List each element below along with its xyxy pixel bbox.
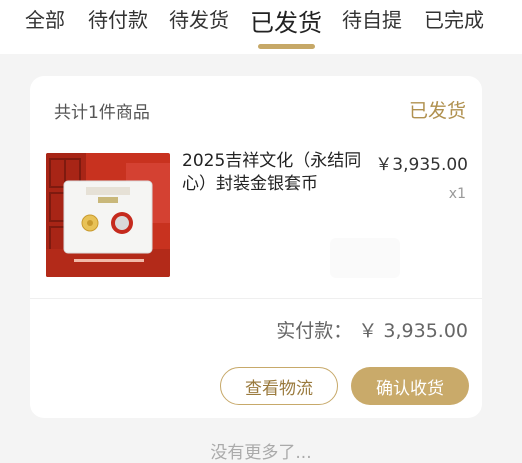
paid-amount: ￥ 3,935.00 bbox=[358, 320, 468, 342]
tab-all[interactable]: 全部 bbox=[25, 4, 65, 33]
no-more-text: 没有更多了... bbox=[210, 443, 312, 463]
tab-shipped[interactable]: 已发货 bbox=[250, 3, 322, 38]
item-count: 共计1件商品 bbox=[54, 103, 150, 123]
tab-completed[interactable]: 已完成 bbox=[424, 4, 484, 33]
divider bbox=[30, 298, 482, 299]
paid-label: 实付款： bbox=[276, 320, 353, 342]
tab-pending-payment[interactable]: 待付款 bbox=[88, 4, 148, 33]
paid-total: 实付款： ￥ 3,935.00 bbox=[276, 316, 468, 343]
product-price: ￥3,935.00 bbox=[375, 155, 468, 175]
order-status-badge: 已发货 bbox=[408, 100, 466, 122]
product-name[interactable]: 2025吉祥文化（永结同心）封装金银套币 bbox=[182, 150, 368, 196]
order-card[interactable]: 共计1件商品 已发货 2025吉祥文化（永结同心）封装金银套币 ￥3,935.0… bbox=[30, 76, 482, 418]
active-tab-indicator bbox=[258, 44, 315, 49]
order-status-tabs: 全部 待付款 待发货 已发货 待自提 已完成 bbox=[0, 0, 522, 54]
confirm-receipt-button[interactable]: 确认收货 bbox=[351, 367, 469, 405]
tab-pending-pickup[interactable]: 待自提 bbox=[342, 4, 402, 33]
tab-pending-shipment[interactable]: 待发货 bbox=[169, 4, 229, 33]
coin-set-image bbox=[46, 153, 170, 277]
faded-placeholder bbox=[330, 238, 400, 278]
product-image[interactable] bbox=[46, 153, 170, 277]
product-quantity: x1 bbox=[448, 186, 466, 202]
view-logistics-button[interactable]: 查看物流 bbox=[220, 367, 338, 405]
